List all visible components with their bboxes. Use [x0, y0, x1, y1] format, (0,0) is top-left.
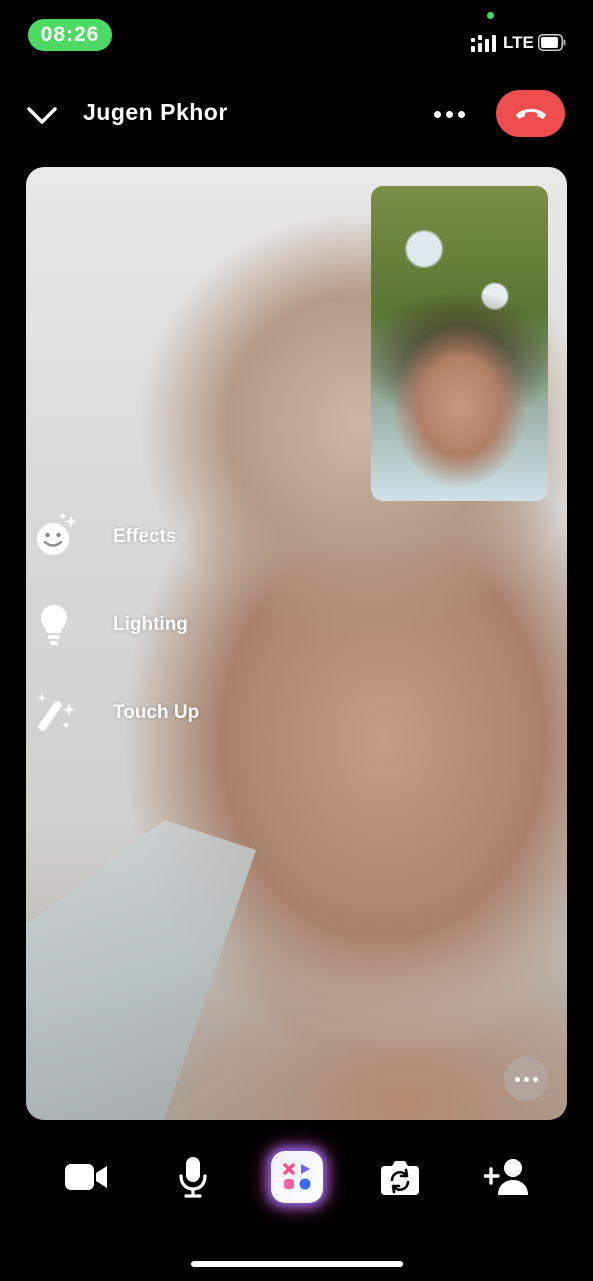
flip-camera-icon — [381, 1161, 419, 1195]
network-type: LTE — [503, 33, 534, 52]
dot-icon — [445, 110, 453, 118]
home-indicator[interactable] — [191, 1261, 403, 1267]
touch-up-button[interactable]: Touch Up — [33, 689, 199, 737]
apps-button[interactable] — [271, 1151, 323, 1203]
lighting-button[interactable]: Lighting — [33, 601, 188, 649]
battery-icon — [538, 34, 566, 51]
end-call-button[interactable] — [496, 90, 565, 137]
add-person-icon — [484, 1159, 528, 1195]
dot-icon — [514, 1076, 520, 1082]
effects-button[interactable]: Effects — [33, 513, 176, 561]
video-more-button[interactable] — [504, 1057, 548, 1101]
dot-icon — [532, 1076, 538, 1082]
more-options-button[interactable] — [428, 100, 470, 128]
self-view-video[interactable] — [371, 186, 548, 501]
minimize-chevron-icon[interactable] — [26, 100, 58, 130]
dot-icon — [433, 110, 441, 118]
effects-label: Effects — [113, 526, 177, 547]
video-camera-icon — [65, 1164, 107, 1190]
dot-icon — [523, 1076, 529, 1082]
add-person-button[interactable] — [484, 1157, 530, 1197]
lighting-label: Lighting — [113, 614, 188, 635]
signal-icon — [471, 35, 496, 52]
magic-wand-icon — [37, 693, 76, 732]
dot-icon — [457, 110, 465, 118]
hang-up-icon — [515, 108, 546, 119]
video-toggle-button[interactable] — [63, 1158, 109, 1196]
camera-in-use-indicator — [487, 12, 494, 19]
lightbulb-icon — [41, 605, 67, 645]
flip-camera-button[interactable] — [378, 1157, 422, 1197]
microphone-icon — [179, 1157, 207, 1198]
status-time: 08:26 — [28, 19, 112, 51]
caller-name: Jugen Pkhor — [83, 99, 228, 125]
microphone-button[interactable] — [175, 1156, 211, 1198]
touch-up-label: Touch Up — [113, 702, 200, 723]
remote-video-shirt-area — [26, 820, 256, 1120]
apps-icon — [283, 1163, 311, 1190]
smiley-sparkle-icon — [37, 513, 78, 555]
